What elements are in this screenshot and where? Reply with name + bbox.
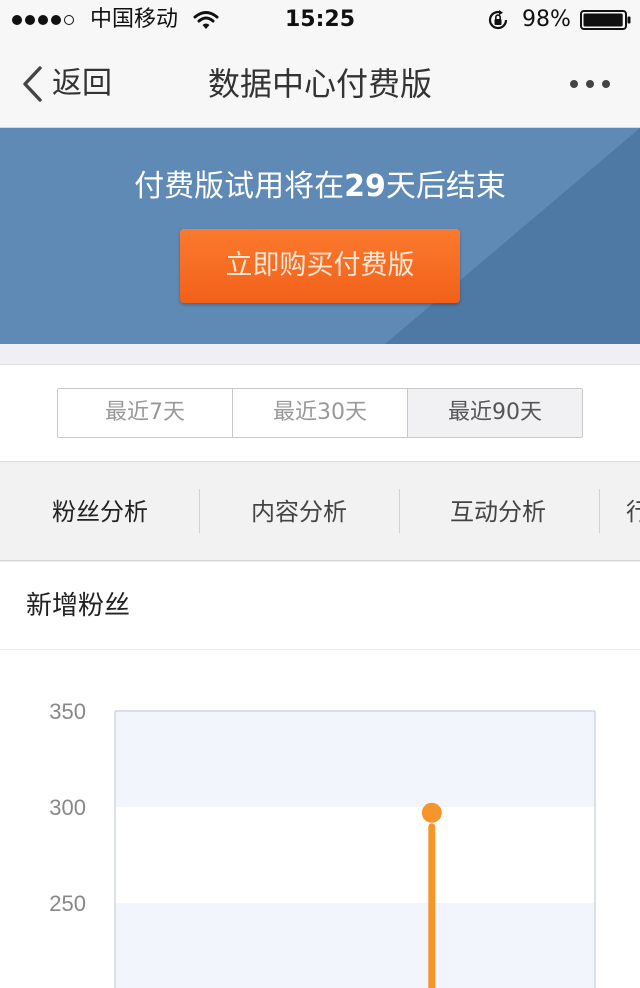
- new-fans-chart: 350 300 250: [49, 699, 596, 988]
- y-tick-label: 350: [49, 699, 86, 724]
- tab-content-analysis[interactable]: 内容分析: [199, 464, 399, 560]
- chart-band: [115, 903, 595, 988]
- ellipsis-icon: [586, 80, 594, 88]
- tab-partial[interactable]: 行: [599, 464, 640, 560]
- y-tick-label: 300: [49, 795, 86, 820]
- chart-band: [115, 807, 595, 903]
- period-option-7-days[interactable]: 最近7天: [58, 389, 233, 437]
- data-point: [421, 802, 442, 823]
- ellipsis-icon: [602, 80, 610, 88]
- period-option-90-days[interactable]: 最近90天: [408, 389, 582, 437]
- tab-interaction-analysis[interactable]: 互动分析: [398, 464, 598, 560]
- chart-band: [115, 711, 595, 807]
- y-tick-label: 250: [49, 891, 86, 916]
- more-options-button[interactable]: [560, 70, 620, 98]
- orientation-lock-icon: [488, 10, 508, 30]
- ellipsis-icon: [570, 80, 578, 88]
- period-segmented-control: 最近7天 最近30天 最近90天: [57, 388, 583, 438]
- battery-percent: 98%: [522, 7, 571, 32]
- section-title: 新增粉丝: [26, 591, 131, 621]
- trial-suffix: 天后结束: [385, 169, 506, 204]
- tab-fans-analysis[interactable]: 粉丝分析: [0, 464, 200, 560]
- analysis-tabs: 粉丝分析 内容分析 互动分析 行: [0, 464, 640, 561]
- trial-countdown-text: 付费版试用将在29天后结束: [0, 166, 640, 208]
- battery-icon: [580, 10, 631, 30]
- period-option-30-days[interactable]: 最近30天: [233, 389, 408, 437]
- buy-paid-version-button[interactable]: 立即购买付费版: [180, 229, 460, 303]
- trial-days: 29: [344, 169, 386, 204]
- trial-prefix: 付费版试用将在: [134, 169, 345, 204]
- page-title: 数据中心付费版: [207, 65, 432, 103]
